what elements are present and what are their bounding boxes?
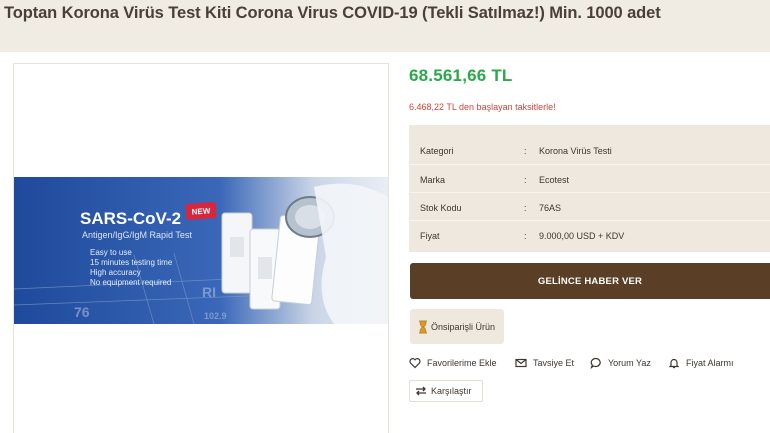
comment-icon [590,357,601,369]
spec-row-kategori: Kategori : Korona Virüs Testi [409,136,770,164]
title-bar: Toptan Korona Virüs Test Kiti Corona Vir… [0,0,770,36]
favorites-label: Favorilerime Ekle [427,358,497,368]
write-comment-link[interactable]: Yorum Yaz [590,355,651,371]
spec-value: 9.000,00 USD + KDV [539,231,625,241]
banner-subheading: Antigen/IgG/IgM Rapid Test [82,230,192,240]
installment-note[interactable]: 6.468,22 TL den başlayan taksitlerle! [409,102,556,112]
spec-label: Marka [420,175,446,185]
spec-separator: : [524,203,527,213]
compare-label: Karşılaştır [431,386,472,396]
spec-row-stok-kodu: Stok Kodu : 76AS [409,192,770,220]
spec-separator: : [524,175,527,185]
svg-text:76: 76 [74,304,90,320]
spec-label: Fiyat [420,231,440,241]
svg-text:RI: RI [202,284,216,300]
comment-label: Yorum Yaz [608,358,651,368]
svg-text:102.9: 102.9 [204,311,227,321]
page-title: Toptan Korona Virüs Test Kiti Corona Vir… [4,4,661,22]
notify-when-available-button[interactable]: GELİNCE HABER VER [410,263,770,299]
heart-icon [409,358,421,369]
spec-row-fiyat: Fiyat : 9.000,00 USD + KDV [409,220,770,248]
spec-label: Kategori [420,146,454,156]
swap-arrows-icon [416,386,426,396]
envelope-icon [515,358,527,368]
spec-value[interactable]: Ecotest [539,175,569,185]
banner-bullet: Easy to use [90,248,132,257]
spec-value: 76AS [539,203,562,213]
preorder-badge: Önsiparişli Ürün [410,309,504,344]
preorder-label: Önsiparişli Ürün [431,321,496,332]
spec-row-marka: Marka : Ecotest [409,164,770,192]
banner-bullet: No equipment required [90,278,172,287]
banner-bullet: 15 minutes testing time [90,258,173,267]
price-alert-label: Fiyat Alarmı [686,358,734,368]
spec-label: Stok Kodu [420,203,462,213]
new-badge: NEW [185,201,217,221]
compare-button[interactable]: Karşılaştır [409,380,483,402]
recommend-link[interactable]: Tavsiye Et [515,355,574,371]
banner-heading: SARS-CoV-2 [80,209,182,228]
spec-value[interactable]: Korona Virüs Testi [539,146,612,156]
spec-table: Kategori : Korona Virüs Testi Marka : Ec… [409,125,770,252]
banner-bullet: High accuracy [90,268,141,277]
banner-bullets: Easy to use 15 minutes testing time High… [90,248,172,288]
spec-separator: : [524,231,527,241]
price-alert-link[interactable]: Fiyat Alarmı [668,355,734,371]
recommend-label: Tavsiye Et [533,358,575,368]
spec-separator: : [524,146,527,156]
hourglass-icon [419,320,427,333]
bell-icon [668,358,680,369]
product-image[interactable]: 76 RI 102.9 SARS-CoV-2 NEW Antigen/IgG/I… [14,177,388,324]
add-to-favorites-link[interactable]: Favorilerime Ekle [409,355,497,371]
covid-test-banner-illustration: 76 RI 102.9 [14,177,388,324]
product-price: 68.561,66 TL [409,66,513,85]
